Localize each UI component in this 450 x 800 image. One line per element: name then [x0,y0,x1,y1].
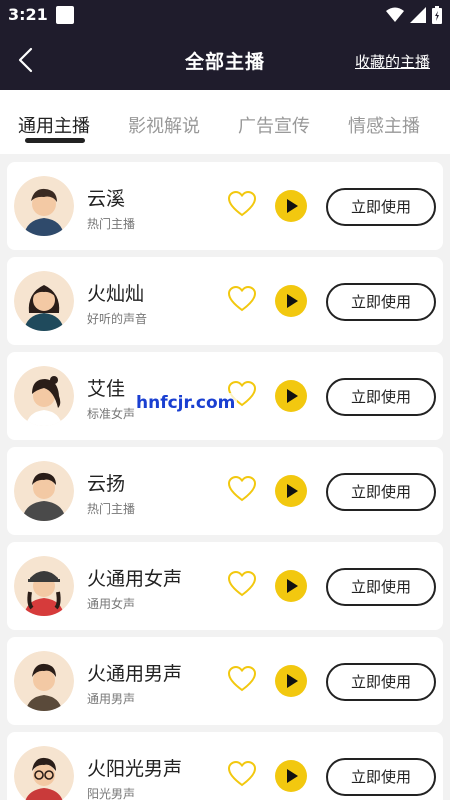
voice-card: 火灿灿 好听的声音 立即使用 [7,257,443,345]
tab-emotional[interactable]: 情感主播 [348,112,420,138]
heart-icon[interactable] [227,285,257,313]
play-button[interactable] [275,760,307,792]
play-icon [287,579,298,593]
play-button[interactable] [275,570,307,602]
play-icon [287,389,298,403]
voice-desc: 好听的声音 [87,312,148,326]
avatar [14,651,74,711]
voice-name: 云扬 [87,473,126,495]
status-bar: 3:21 [0,0,450,30]
play-icon [287,294,298,308]
play-icon [287,199,298,213]
watermark-text: hnfcjr.com [134,393,238,413]
status-time: 3:21 [8,5,48,24]
use-now-button[interactable]: 立即使用 [326,283,436,321]
heart-icon[interactable] [227,760,257,788]
voice-desc: 通用女声 [87,597,136,611]
voice-card: 火通用男声 通用男声 立即使用 [7,637,443,725]
play-icon [287,484,298,498]
play-button[interactable] [275,285,307,317]
system-icons [386,6,442,24]
use-now-button[interactable]: 立即使用 [326,473,436,511]
voice-card: 云扬 热门主播 立即使用 [7,447,443,535]
tab-general[interactable]: 通用主播 [18,112,90,138]
voice-desc: 阳光男声 [87,787,136,800]
wifi-icon [386,7,404,22]
voice-desc: 热门主播 [87,217,136,231]
voice-name: 云溪 [87,188,126,210]
avatar [14,556,74,616]
use-now-button[interactable]: 立即使用 [326,188,436,226]
voice-card: 火阳光男声 阳光男声 立即使用 [7,732,443,800]
play-button[interactable] [275,665,307,697]
voice-list: 云溪 热门主播 立即使用 火灿灿 好听的声音 立即使用 艾佳 标准女声 立即使用… [0,154,450,800]
heart-icon[interactable] [227,570,257,598]
use-now-button[interactable]: 立即使用 [326,663,436,701]
favorites-link[interactable]: 收藏的主播 [355,51,430,72]
avatar [14,746,74,800]
avatar [14,461,74,521]
voice-name: 艾佳 [87,378,126,400]
use-now-button[interactable]: 立即使用 [326,378,436,416]
tab-advertising[interactable]: 广告宣传 [238,112,310,138]
heart-icon[interactable] [227,665,257,693]
voice-name: 火灿灿 [87,283,145,305]
avatar [14,176,74,236]
tab-film-commentary[interactable]: 影视解说 [128,112,200,138]
voice-name: 火通用男声 [87,663,183,685]
play-icon [287,769,298,783]
voice-card: 火通用女声 通用女声 立即使用 [7,542,443,630]
app-header: 全部主播 收藏的主播 [0,30,450,90]
play-button[interactable] [275,475,307,507]
heart-icon[interactable] [227,475,257,503]
heart-icon[interactable] [227,190,257,218]
play-icon [287,674,298,688]
voice-desc: 标准女声 [87,407,136,421]
active-tab-indicator [25,138,85,143]
battery-icon [432,6,442,24]
avatar [14,271,74,331]
avatar [14,366,74,426]
play-button[interactable] [275,380,307,412]
use-now-button[interactable]: 立即使用 [326,758,436,796]
voice-card: 云溪 热门主播 立即使用 [7,162,443,250]
voice-desc: 热门主播 [87,502,136,516]
use-now-button[interactable]: 立即使用 [326,568,436,606]
signal-icon [410,7,426,23]
voice-name: 火通用女声 [87,568,183,590]
play-button[interactable] [275,190,307,222]
voice-desc: 通用男声 [87,692,136,706]
voice-name: 火阳光男声 [87,758,183,780]
category-tabs: 通用主播 影视解说 广告宣传 情感主播 [0,90,450,154]
notification-icon [56,6,74,24]
